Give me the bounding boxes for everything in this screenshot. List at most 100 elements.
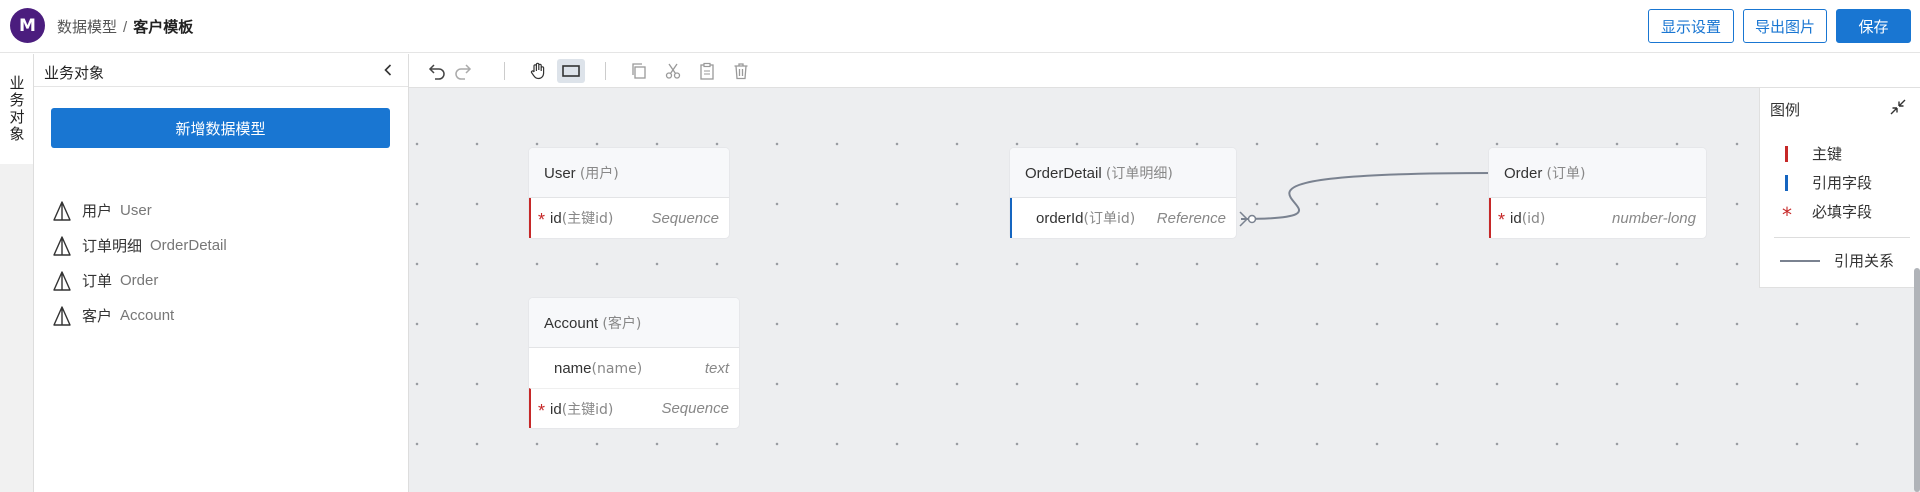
entity-account[interactable]: Account (客户) name(name) text * id(主键id) … [529, 298, 739, 428]
sidebar-header: 业务对象 [34, 54, 408, 87]
relation-line-icon [1780, 259, 1820, 262]
field-row[interactable]: * id(id) number-long [1489, 198, 1706, 238]
model-en-name: OrderDetail [150, 237, 227, 254]
field-cn: (订单id) [1083, 211, 1136, 227]
model-en-name: Account [120, 307, 175, 324]
model-cn-name: 客户 [82, 307, 113, 325]
model-item-order[interactable]: 订单 Order [52, 263, 227, 298]
field-en: id [1510, 209, 1522, 227]
side-tab-label: 业务对象 [9, 74, 25, 143]
cut-icon[interactable] [661, 59, 685, 83]
collapse-legend-icon[interactable] [1888, 97, 1908, 117]
delete-icon[interactable] [729, 59, 753, 83]
field-type: Sequence [651, 209, 719, 227]
field-cn: (name) [591, 360, 643, 377]
entity-header: Order (订单) [1489, 148, 1706, 198]
entity-cn-name: (订单) [1546, 166, 1586, 182]
entity-header: OrderDetail (订单明细) [1010, 148, 1236, 198]
copy-icon[interactable] [627, 59, 651, 83]
hand-icon[interactable] [526, 59, 550, 83]
model-cn-name: 订单明细 [82, 237, 143, 255]
side-tab-business-objects[interactable]: 业务对象 [0, 54, 34, 164]
model-item-orderdetail[interactable]: 订单明细 OrderDetail [52, 228, 227, 263]
top-header: M 数据模型 / 客户模板 显示设置 导出图片 保存 [0, 0, 1920, 53]
model-cn-name: 订单 [82, 272, 113, 290]
canvas-scrollbar[interactable] [1914, 268, 1920, 492]
legend-label: 主键 [1812, 145, 1843, 163]
select-rect-icon[interactable] [557, 59, 585, 83]
entity-name: OrderDetail [1025, 165, 1102, 182]
field-en: id [550, 400, 562, 418]
breadcrumb-item-current: 客户模板 [133, 19, 194, 36]
field-cn: (主键id) [561, 401, 614, 418]
field-name: name(name) [554, 360, 642, 377]
model-triangle-icon [52, 200, 72, 222]
legend-label: 引用字段 [1812, 174, 1873, 192]
model-cn-name: 用户 [82, 202, 113, 220]
toolbar-divider [504, 62, 505, 80]
required-star-icon: * [538, 400, 546, 421]
model-triangle-icon [52, 270, 72, 292]
canvas-toolbar [409, 54, 1920, 88]
entity-orderdetail[interactable]: OrderDetail (订单明细) orderId(订单id) Referen… [1010, 148, 1236, 238]
toolbar-divider [605, 62, 606, 80]
field-row[interactable]: * id(主键id) Sequence [529, 198, 729, 238]
legend-divider [1774, 237, 1910, 238]
entity-cn-name: (客户) [602, 316, 642, 332]
model-item-account[interactable]: 客户 Account [52, 298, 227, 333]
entity-user[interactable]: User (用户) * id(主键id) Sequence [529, 148, 729, 238]
diagram-canvas[interactable]: User (用户) * id(主键id) Sequence OrderDetai… [409, 88, 1920, 492]
legend-item-required-field: * 必填字段 [1778, 201, 1873, 227]
field-name: id(id) [1510, 210, 1545, 227]
entity-header: User (用户) [529, 148, 729, 198]
model-list: 用户 User 订单明细 OrderDetail 订单 Order 客户 Acc… [52, 193, 227, 333]
sidebar: 业务对象 新增数据模型 用户 User 订单明细 OrderDetail 订单 … [34, 54, 409, 492]
field-name: orderId(订单id) [1036, 208, 1135, 228]
redo-icon[interactable] [452, 59, 476, 83]
field-type: text [704, 359, 729, 377]
legend-label: 引用关系 [1834, 252, 1895, 270]
export-image-button[interactable]: 导出图片 [1743, 9, 1827, 43]
relation-line-orderdetail-order [1240, 172, 1495, 220]
field-type: Sequence [661, 400, 729, 417]
field-name: id(主键id) [550, 399, 613, 419]
legend-panel: 图例 主键 引用字段 * 必填字段 引用关系 [1760, 88, 1920, 287]
required-star-icon: * [1782, 202, 1792, 227]
field-en: orderId [1036, 210, 1084, 227]
undo-icon[interactable] [424, 59, 448, 83]
collapse-sidebar-icon[interactable] [378, 60, 398, 80]
entity-header: Account (客户) [529, 298, 739, 348]
save-button[interactable]: 保存 [1836, 9, 1911, 43]
legend-title: 图例 [1770, 101, 1801, 119]
add-data-model-button[interactable]: 新增数据模型 [51, 108, 390, 148]
reference-field-mark-icon [1778, 174, 1796, 191]
field-row[interactable]: * id(主键id) Sequence [529, 388, 739, 428]
breadcrumb-item-data-model[interactable]: 数据模型 [57, 19, 117, 36]
entity-cn-name: (用户) [579, 166, 619, 182]
field-en: id [550, 210, 562, 227]
entity-order[interactable]: Order (订单) * id(id) number-long [1489, 148, 1706, 238]
field-row[interactable]: name(name) text [529, 348, 739, 388]
field-row[interactable]: orderId(订单id) Reference [1010, 198, 1236, 238]
entity-name: Account [544, 315, 599, 332]
legend-label: 必填字段 [1812, 203, 1873, 221]
model-triangle-icon [52, 235, 72, 257]
field-type: number-long [1612, 209, 1696, 227]
field-cn: (主键id) [561, 211, 614, 227]
legend-header: 图例 [1760, 88, 1920, 126]
breadcrumb: 数据模型 / 客户模板 [57, 16, 193, 37]
model-en-name: Order [120, 272, 159, 289]
sidebar-title: 业务对象 [44, 64, 105, 82]
model-triangle-icon [52, 305, 72, 327]
display-settings-button[interactable]: 显示设置 [1648, 9, 1734, 43]
app-logo[interactable]: M [10, 8, 45, 43]
required-star-icon: * [1498, 210, 1506, 230]
paste-icon[interactable] [695, 59, 719, 83]
field-name: id(主键id) [550, 208, 613, 228]
model-item-user[interactable]: 用户 User [52, 193, 227, 228]
entity-cn-name: (订单明细) [1105, 166, 1173, 182]
field-type: Reference [1156, 209, 1226, 227]
legend-item-relation: 引用关系 [1780, 250, 1894, 271]
entity-name: Order [1504, 165, 1543, 182]
model-en-name: User [120, 202, 152, 219]
